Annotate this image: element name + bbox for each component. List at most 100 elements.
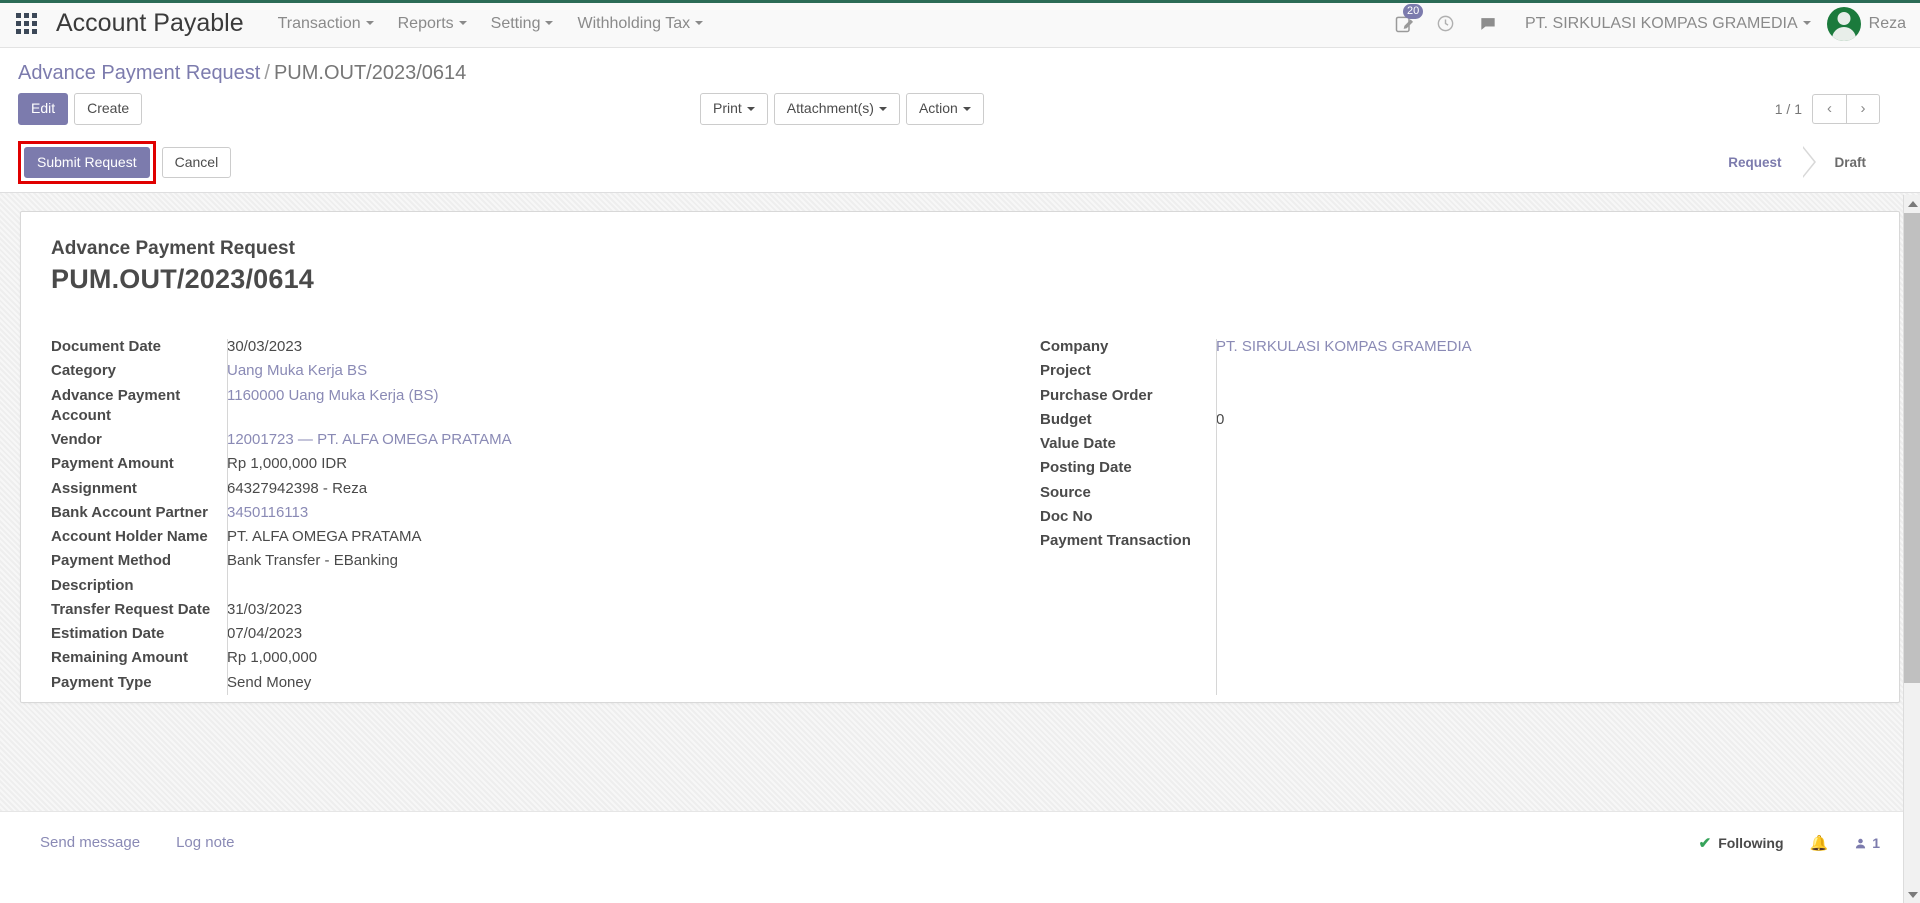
- field-label: Source: [1040, 483, 1091, 501]
- chatter-follow-controls: ✔ Following 🔔 1: [1699, 834, 1880, 852]
- print-label: Print: [713, 100, 742, 116]
- status-stage-request[interactable]: Request: [1710, 146, 1804, 179]
- company-switcher[interactable]: PT. SIRKULASI KOMPAS GRAMEDIA: [1509, 15, 1821, 33]
- activities-button[interactable]: 20: [1383, 2, 1425, 46]
- field-label: Payment Method: [51, 552, 172, 570]
- bell-icon[interactable]: 🔔: [1810, 834, 1829, 852]
- form-content-area: Advance Payment Request PUM.OUT/2023/061…: [0, 193, 1920, 812]
- control-panel-center-buttons: Print Attachment(s) Action: [700, 93, 984, 125]
- attachments-label: Attachment(s): [786, 100, 874, 116]
- field-label: Account Holder Name: [51, 528, 208, 546]
- menu-setting-label: Setting: [490, 14, 541, 32]
- scroll-up-arrow[interactable]: [1904, 195, 1920, 212]
- edit-button[interactable]: Edit: [18, 93, 69, 125]
- field-label: Project: [1040, 362, 1091, 380]
- submit-request-button[interactable]: Submit Request: [24, 146, 150, 179]
- field-label: Vendor: [51, 431, 102, 449]
- field-project: Project: [1040, 361, 1869, 385]
- breadcrumb-parent[interactable]: Advance Payment Request: [18, 62, 260, 84]
- field-payment-amount: Payment Amount Rp 1,000,000 IDR: [51, 454, 960, 478]
- breadcrumb-row: Advance Payment Request / PUM.OUT/2023/061…: [0, 48, 1920, 85]
- vertical-scrollbar[interactable]: [1903, 195, 1920, 903]
- create-button[interactable]: Create: [74, 93, 143, 125]
- scroll-down-arrow[interactable]: [1904, 886, 1920, 903]
- field-doc-no: Doc No: [1040, 507, 1869, 531]
- clock-button[interactable]: [1425, 2, 1467, 46]
- field-value[interactable]: Uang Muka Kerja BS: [227, 361, 960, 385]
- chevron-down-icon: [962, 107, 971, 112]
- followers-button[interactable]: 1: [1854, 835, 1880, 851]
- record-buttons: Edit Create: [18, 93, 143, 125]
- field-label: Description: [51, 576, 134, 594]
- status-action-bar: Submit Request Cancel Request Draft: [0, 134, 1920, 194]
- field-transfer-request-date: Transfer Request Date 31/03/2023: [51, 600, 960, 624]
- avatar: [1826, 6, 1861, 41]
- field-category: Category Uang Muka Kerja BS: [51, 361, 960, 385]
- check-icon: ✔: [1698, 835, 1712, 853]
- field-value-date: Value Date: [1040, 434, 1869, 458]
- user-menu[interactable]: Reza: [1821, 6, 1906, 41]
- field-value: [1216, 361, 1869, 385]
- action-label: Action: [918, 100, 958, 116]
- field-value: PT. ALFA OMEGA PRATAMA: [227, 528, 422, 546]
- chat-bubble-icon: [1481, 17, 1495, 30]
- field-value[interactable]: PT. SIRKULASI KOMPAS GRAMEDIA: [1216, 337, 1869, 361]
- menu-withholding-tax[interactable]: Withholding Tax: [565, 9, 715, 39]
- activities-badge: 20: [1402, 3, 1424, 19]
- control-panel: Edit Create Print Attachment(s) Action 1…: [0, 85, 1920, 135]
- field-posting-date: Posting Date: [1040, 458, 1869, 482]
- pager-count: 1 / 1: [1774, 100, 1802, 117]
- chevron-down-icon: [458, 21, 467, 26]
- field-value: 31/03/2023: [227, 600, 303, 618]
- status-stage-draft[interactable]: Draft: [1816, 146, 1880, 179]
- submit-request-highlight: Submit Request: [18, 140, 156, 185]
- field-label: Bank Account Partner: [51, 503, 208, 521]
- attachments-dropdown-button[interactable]: Attachment(s): [773, 93, 900, 125]
- app-brand-title[interactable]: Account Payable: [56, 9, 244, 38]
- company-switcher-label: PT. SIRKULASI KOMPAS GRAMEDIA: [1524, 14, 1798, 32]
- field-label: Posting Date: [1040, 459, 1132, 477]
- scrollbar-thumb[interactable]: [1904, 213, 1920, 683]
- action-dropdown-button[interactable]: Action: [905, 93, 984, 125]
- pager-next-button[interactable]: ›: [1846, 93, 1880, 124]
- chevron-down-icon: [1802, 21, 1811, 26]
- field-source: Source: [1040, 483, 1869, 507]
- menu-transaction[interactable]: Transaction: [266, 9, 386, 39]
- menu-transaction-label: Transaction: [277, 14, 361, 32]
- cancel-button[interactable]: Cancel: [161, 146, 232, 179]
- field-vendor: Vendor 12001723 — PT. ALFA OMEGA PRATAMA: [51, 430, 960, 454]
- form-title-small: Advance Payment Request: [51, 238, 295, 260]
- form-left-column: Document Date 30/03/2023 Category Uang M…: [51, 337, 960, 697]
- field-label: Payment Transaction: [1040, 532, 1191, 550]
- send-message-button[interactable]: Send message: [40, 834, 140, 851]
- form-columns: Document Date 30/03/2023 Category Uang M…: [51, 337, 1869, 697]
- field-value[interactable]: 1160000 Uang Muka Kerja (BS): [227, 386, 960, 431]
- field-value: [1216, 386, 1869, 410]
- field-label: Doc No: [1040, 507, 1093, 525]
- field-value[interactable]: 12001723 — PT. ALFA OMEGA PRATAMA: [227, 430, 960, 454]
- field-estimation-date: Estimation Date 07/04/2023: [51, 624, 960, 648]
- menu-reports-label: Reports: [397, 14, 454, 32]
- field-label: Payment Type: [51, 673, 152, 691]
- top-navbar: Account Payable Transaction Reports Sett…: [0, 0, 1920, 48]
- field-value: [1216, 507, 1869, 531]
- right-fields-table: Company PT. SIRKULASI KOMPAS GRAMEDIA Pr…: [1040, 337, 1869, 555]
- menu-setting[interactable]: Setting: [479, 9, 566, 39]
- field-advance-payment-account: Advance Payment Account 1160000 Uang Muk…: [51, 386, 960, 431]
- following-toggle[interactable]: ✔ Following: [1699, 834, 1784, 852]
- print-dropdown-button[interactable]: Print: [700, 93, 768, 125]
- status-stage-separator: [1802, 146, 1817, 179]
- field-label: Estimation Date: [51, 625, 165, 643]
- apps-grid-icon[interactable]: [0, 2, 52, 46]
- messages-button[interactable]: [1467, 2, 1509, 46]
- chevron-down-icon: [545, 21, 554, 26]
- field-label: Advance Payment Account: [51, 386, 181, 424]
- log-note-button[interactable]: Log note: [176, 834, 234, 851]
- field-value: [1216, 483, 1869, 507]
- field-value[interactable]: 3450116113: [227, 503, 960, 527]
- pager-previous-button[interactable]: ‹: [1812, 93, 1846, 124]
- field-label: Budget: [1040, 410, 1092, 428]
- left-fields-table: Document Date 30/03/2023 Category Uang M…: [51, 337, 960, 697]
- menu-reports[interactable]: Reports: [386, 9, 479, 39]
- chevron-down-icon: [365, 21, 374, 26]
